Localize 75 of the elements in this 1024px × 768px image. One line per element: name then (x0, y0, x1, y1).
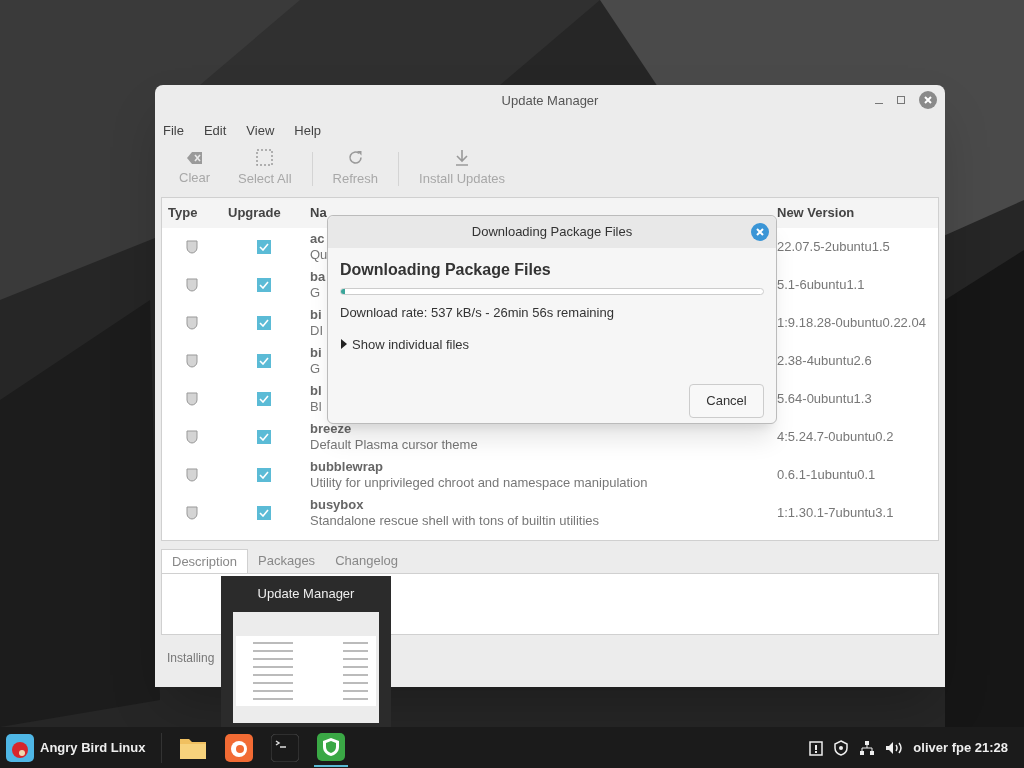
version-cell-text: 1:9.18.28-0ubuntu0.22.04 (776, 314, 926, 333)
maximize-icon[interactable] (897, 96, 905, 104)
package-name: breeze (310, 421, 352, 437)
volume-icon[interactable] (885, 740, 904, 755)
expander-arrow-icon (340, 339, 348, 350)
download-icon (454, 149, 471, 167)
menu-item[interactable]: View (246, 121, 275, 141)
package-description: Default Plasma cursor theme (310, 437, 478, 453)
shield-icon (186, 430, 198, 444)
terminal-icon (271, 733, 300, 762)
menu-item[interactable]: Help (294, 121, 322, 141)
package-description: DI (310, 323, 323, 339)
version-cell-text: 0.6.1-1ubuntu0.1 (776, 466, 876, 485)
network-icon[interactable] (859, 739, 876, 756)
package-name: ba (310, 269, 326, 285)
shield-icon[interactable] (833, 739, 850, 756)
package-name: busybox (310, 497, 364, 513)
package-name: bl (310, 383, 322, 399)
dashed-square-icon (256, 149, 274, 167)
status-text: Installing (167, 650, 215, 667)
upgrade-checkbox[interactable] (257, 354, 271, 368)
preview-title: Update Manager (257, 585, 355, 603)
menu-item[interactable]: Edit (203, 121, 227, 141)
package-name: bi (310, 307, 322, 323)
close-icon[interactable] (919, 91, 937, 109)
download-rate: Download rate: 537 kB/s - 26min 56s remaining (340, 304, 615, 322)
upgrade-checkbox[interactable] (257, 430, 271, 444)
dialog-heading: Downloading Package Files (340, 260, 552, 280)
upgrade-checkbox[interactable] (257, 506, 271, 520)
upgrade-checkbox[interactable] (257, 278, 271, 292)
refresh-icon (346, 149, 364, 167)
shield-icon (186, 316, 198, 330)
package-description: Utility for unprivileged chroot and namespace manipulation (310, 475, 648, 491)
shield-icon (186, 354, 198, 368)
clock[interactable]: oliver fpe 21:28 (913, 737, 1008, 758)
shield-icon (317, 732, 346, 761)
package-name: bi (310, 345, 322, 361)
shield-icon (186, 278, 198, 292)
package-description: G (310, 361, 321, 377)
upgrade-checkbox[interactable] (257, 316, 271, 330)
version-cell-text: 5.1-6ubuntu1.1 (776, 276, 865, 295)
expander[interactable]: Show individual files (340, 334, 470, 354)
column-header[interactable]: Upgrade (222, 203, 306, 223)
version-cell-text: 1:1.30.1-7ubuntu3.1 (776, 504, 894, 523)
dialog-title: Downloading Package Files (471, 223, 633, 242)
minimize-icon[interactable] (875, 102, 883, 104)
package-description: Standalone rescue shell with tons of builtin utilities (310, 513, 600, 529)
package-name: ac (310, 231, 325, 247)
version-cell-text: 22.07.5-2ubuntu1.5 (776, 238, 890, 257)
shield-icon (186, 506, 198, 520)
shield-icon (186, 468, 198, 482)
close-icon[interactable] (751, 223, 769, 241)
column-header[interactable]: Type (162, 203, 222, 223)
package-description: Bl (310, 399, 322, 415)
shield-icon (186, 392, 198, 406)
version-cell-text: 4:5.24.7-0ubuntu0.2 (776, 428, 894, 447)
browser-icon (225, 733, 254, 762)
package-description: G (310, 285, 321, 301)
menu-button[interactable]: Angry Bird Linux (0, 727, 156, 768)
version-cell-text: 2.38-4ubuntu2.6 (776, 352, 872, 371)
shield-icon (186, 240, 198, 254)
package-description: Qu (310, 247, 328, 263)
upgrade-checkbox[interactable] (257, 392, 271, 406)
package-name: bubblewrap (310, 459, 383, 475)
cancel-button[interactable]: Cancel (689, 384, 764, 418)
column-header[interactable]: New Version (771, 203, 855, 223)
detail-tab[interactable]: Description (161, 549, 249, 573)
version-cell-text: 5.64-0ubuntu1.3 (776, 390, 872, 409)
bird-app-icon (6, 733, 34, 762)
menu-item[interactable]: File (163, 121, 184, 141)
clipboard-icon[interactable] (809, 739, 824, 756)
backspace-icon (186, 150, 203, 165)
window-title: Update Manager (501, 92, 599, 111)
upgrade-checkbox[interactable] (257, 468, 271, 482)
upgrade-checkbox[interactable] (257, 240, 271, 254)
